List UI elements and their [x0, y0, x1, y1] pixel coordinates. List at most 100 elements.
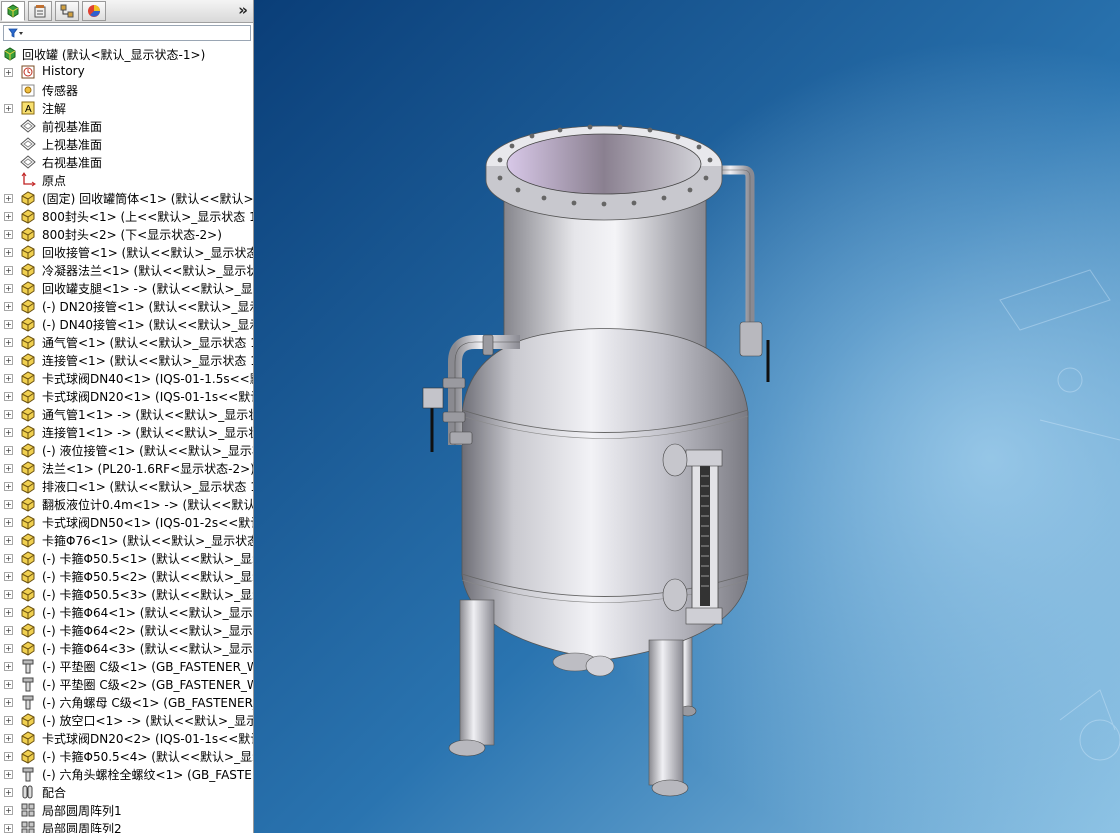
tab-configuration-manager[interactable] — [55, 1, 79, 21]
tree-item[interactable]: + (-) 卡箍Φ50.5<2> (默认<<默认>_显示状态 1>) — [0, 567, 253, 585]
expand-toggle[interactable]: + — [4, 716, 13, 725]
expand-toggle[interactable]: + — [4, 698, 13, 707]
tree-item[interactable]: + 通气管1<1> -> (默认<<默认>_显示状态 1>) — [0, 405, 253, 423]
expand-toggle[interactable]: + — [4, 194, 13, 203]
tree-item[interactable]: + A 注解 — [0, 99, 253, 117]
tree-item[interactable]: + (-) 卡箍Φ64<3> (默认<<默认>_显示状态 1>) — [0, 639, 253, 657]
tree-item-label: 卡箍Φ76<1> (默认<<默认>_显示状态 1>) — [42, 534, 254, 548]
expand-toggle[interactable]: + — [4, 824, 13, 833]
tree-item[interactable]: + 回收接管<1> (默认<<默认>_显示状态 1>) — [0, 243, 253, 261]
expand-toggle[interactable]: + — [4, 806, 13, 815]
expand-toggle[interactable]: + — [4, 392, 13, 401]
tree-root-assembly[interactable]: 回收罐 (默认<默认_显示状态-1>) — [0, 45, 253, 63]
tree-item[interactable]: 前视基准面 — [0, 117, 253, 135]
expand-toggle[interactable]: + — [4, 662, 13, 671]
tree-item-label: (-) 卡箍Φ50.5<2> (默认<<默认>_显示状态 1>) — [42, 570, 253, 584]
tree-item[interactable]: + 法兰<1> (PL20-1.6RF<显示状态-2>) — [0, 459, 253, 477]
tree-item[interactable]: + (-) 卡箍Φ64<2> (默认<<默认>_显示状态 1>) — [0, 621, 253, 639]
tab-property-manager[interactable] — [28, 1, 52, 21]
tree-item[interactable]: + History — [0, 63, 253, 81]
expand-toggle[interactable]: + — [4, 518, 13, 527]
display-manager-icon — [88, 5, 100, 17]
part-icon — [20, 406, 36, 422]
tree-item[interactable]: + (固定) 回收罐筒体<1> (默认<<默认>_显示状态 1>) — [0, 189, 253, 207]
tree-item[interactable]: + 配合 — [0, 783, 253, 801]
expand-toggle[interactable]: + — [4, 212, 13, 221]
tab-feature-manager[interactable] — [1, 1, 25, 21]
tree-item[interactable]: + 连接管1<1> -> (默认<<默认>_显示状态 1>) — [0, 423, 253, 441]
tree-item[interactable]: + 卡式球阀DN20<1> (IQS-01-1s<<默认>_显示状态 1>) — [0, 387, 253, 405]
expand-toggle[interactable]: + — [4, 572, 13, 581]
tree-item[interactable]: + 排液口<1> (默认<<默认>_显示状态 1>) — [0, 477, 253, 495]
expand-toggle[interactable]: + — [4, 626, 13, 635]
tree-filter-box[interactable] — [3, 25, 251, 41]
tree-item[interactable]: + (-) 平垫圈 C级<2> (GB_FASTENER_WASHER) — [0, 675, 253, 693]
expand-toggle[interactable]: + — [4, 68, 13, 77]
part-icon — [20, 352, 36, 368]
tree-item[interactable]: + 翻板液位计0.4m<1> -> (默认<<默认>_显示状态 1>) — [0, 495, 253, 513]
tree-item[interactable]: + (-) 液位接管<1> (默认<<默认>_显示状态 1>) — [0, 441, 253, 459]
expand-toggle[interactable]: + — [4, 338, 13, 347]
tree-item[interactable]: + (-) 卡箍Φ50.5<3> (默认<<默认>_显示状态 1>) — [0, 585, 253, 603]
tree-item[interactable]: 右视基准面 — [0, 153, 253, 171]
expand-toggle[interactable]: + — [4, 482, 13, 491]
expand-toggle[interactable]: + — [4, 770, 13, 779]
tree-item[interactable]: 原点 — [0, 171, 253, 189]
expand-toggle[interactable]: + — [4, 302, 13, 311]
expand-toggle[interactable]: + — [4, 284, 13, 293]
part-icon — [20, 622, 36, 638]
tree-item[interactable]: + (-) 卡箍Φ50.5<1> (默认<<默认>_显示状态 1>) — [0, 549, 253, 567]
tree-item[interactable]: + (-) 六角头螺栓全螺纹<1> (GB_FASTENER_BOLT) — [0, 765, 253, 783]
tree-item[interactable]: + (-) 平垫圈 C级<1> (GB_FASTENER_WASHER) — [0, 657, 253, 675]
tree-item[interactable]: + 卡式球阀DN40<1> (IQS-01-1.5s<<默认>_显示状态 1>) — [0, 369, 253, 387]
expand-toggle[interactable]: + — [4, 554, 13, 563]
part-icon — [20, 730, 36, 746]
fastener-icon — [20, 766, 36, 782]
tree-item[interactable]: + (-) 卡箍Φ64<1> (默认<<默认>_显示状态 1>) — [0, 603, 253, 621]
expand-toggle[interactable]: + — [4, 104, 13, 113]
expand-toggle[interactable]: + — [4, 536, 13, 545]
tree-item[interactable]: + (-) DN40接管<1> (默认<<默认>_显示状态 1>) — [0, 315, 253, 333]
tree-item[interactable]: + 回收罐支腿<1> -> (默认<<默认>_显示状态 1>) — [0, 279, 253, 297]
tree-item[interactable]: 上视基准面 — [0, 135, 253, 153]
part-icon — [20, 442, 36, 458]
more-tabs-button[interactable]: » — [238, 1, 248, 19]
tree-item[interactable]: + (-) 卡箍Φ50.5<4> (默认<<默认>_显示状态 1>) — [0, 747, 253, 765]
tree-item[interactable]: + 局部圆周阵列2 — [0, 819, 253, 833]
tree-item[interactable]: + 连接管<1> (默认<<默认>_显示状态 1>) — [0, 351, 253, 369]
expand-toggle[interactable]: + — [4, 644, 13, 653]
tab-display-manager[interactable] — [82, 1, 106, 21]
expand-toggle[interactable]: + — [4, 500, 13, 509]
tree-item[interactable]: + (-) 六角螺母 C级<1> (GB_FASTENER_NUT) — [0, 693, 253, 711]
expand-toggle[interactable]: + — [4, 608, 13, 617]
expand-toggle[interactable]: + — [4, 590, 13, 599]
tree-item[interactable]: + 冷凝器法兰<1> (默认<<默认>_显示状态 1>) — [0, 261, 253, 279]
tree-item[interactable]: + (-) DN20接管<1> (默认<<默认>_显示状态 1>) — [0, 297, 253, 315]
tree-item[interactable]: + (-) 放空口<1> -> (默认<<默认>_显示状态 1>) — [0, 711, 253, 729]
expand-toggle[interactable]: + — [4, 266, 13, 275]
tree-item[interactable]: + 卡式球阀DN20<2> (IQS-01-1s<<默认>_显示状态 1>) — [0, 729, 253, 747]
graphics-viewport[interactable] — [254, 0, 1120, 833]
tree-item[interactable]: +800封头<1> (上<<默认>_显示状态 1>) — [0, 207, 253, 225]
expand-toggle[interactable]: + — [4, 356, 13, 365]
tree-item[interactable]: 传感器 — [0, 81, 253, 99]
tree-item[interactable]: +800封头<2> (下<显示状态-2>) — [0, 225, 253, 243]
pattern-icon — [20, 820, 36, 833]
tree-item[interactable]: + 卡式球阀DN50<1> (IQS-01-2s<<默认>_显示状态 1>) — [0, 513, 253, 531]
expand-toggle[interactable]: + — [4, 410, 13, 419]
tree-item[interactable]: + 局部圆周阵列1 — [0, 801, 253, 819]
expand-toggle[interactable]: + — [4, 230, 13, 239]
filter-icon[interactable] — [8, 28, 26, 38]
expand-toggle[interactable]: + — [4, 734, 13, 743]
expand-toggle[interactable]: + — [4, 248, 13, 257]
expand-toggle[interactable]: + — [4, 788, 13, 797]
expand-toggle[interactable]: + — [4, 428, 13, 437]
expand-toggle[interactable]: + — [4, 320, 13, 329]
expand-toggle[interactable]: + — [4, 374, 13, 383]
expand-toggle[interactable]: + — [4, 446, 13, 455]
expand-toggle[interactable]: + — [4, 464, 13, 473]
expand-toggle[interactable]: + — [4, 752, 13, 761]
expand-toggle[interactable]: + — [4, 680, 13, 689]
tree-item[interactable]: + 卡箍Φ76<1> (默认<<默认>_显示状态 1>) — [0, 531, 253, 549]
tree-item[interactable]: + 通气管<1> (默认<<默认>_显示状态 1>) — [0, 333, 253, 351]
